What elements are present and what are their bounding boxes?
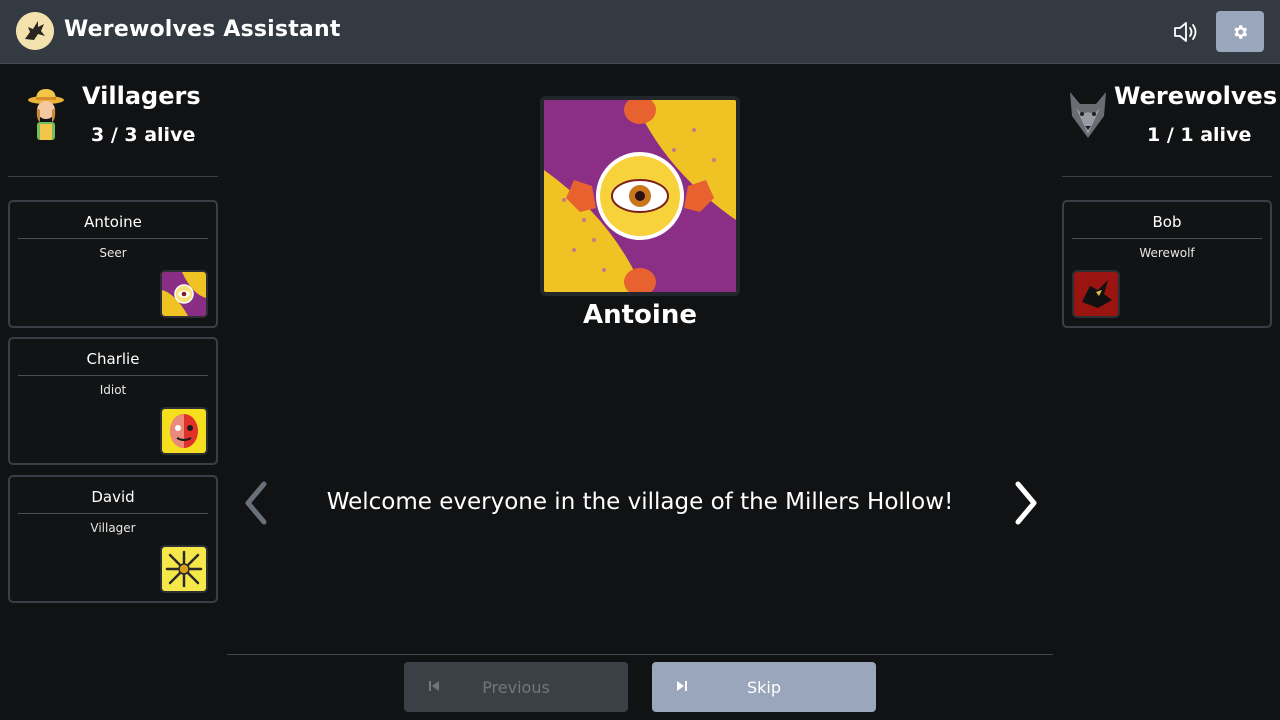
player-name: Charlie	[86, 350, 140, 368]
skip-button[interactable]: Skip	[652, 662, 876, 712]
player-role: Werewolf	[1139, 246, 1195, 260]
idiot-card-icon	[160, 407, 208, 455]
player-role: Seer	[99, 246, 127, 260]
card-divider	[1072, 238, 1262, 239]
wolf-logo-icon	[16, 12, 54, 50]
player-card-antoine[interactable]: Antoine Seer	[8, 200, 218, 328]
chevron-left-icon[interactable]	[236, 478, 276, 528]
narration-text: Welcome everyone in the village of the M…	[326, 489, 954, 515]
werewolf-card-icon	[1072, 270, 1120, 318]
app-title: Werewolves Assistant	[64, 17, 341, 42]
settings-button[interactable]	[1216, 11, 1264, 52]
chevron-right-icon[interactable]	[1006, 478, 1046, 528]
card-divider	[18, 238, 208, 239]
footer-divider	[227, 654, 1053, 655]
player-name: Antoine	[84, 213, 142, 231]
current-player-name: Antoine	[583, 300, 697, 330]
villagers-divider	[8, 176, 218, 177]
werewolves-alive-count: 1 / 1 alive	[1147, 124, 1252, 146]
villagers-alive-count: 3 / 3 alive	[91, 124, 196, 146]
player-name: Bob	[1152, 213, 1182, 231]
werewolves-title: Werewolves	[1114, 82, 1278, 110]
seer-card-icon	[544, 100, 736, 292]
current-role-card	[540, 96, 740, 296]
speaker-icon[interactable]	[1172, 20, 1202, 44]
app-header: Werewolves Assistant	[0, 0, 1280, 64]
skip-button-label: Skip	[746, 678, 782, 697]
card-divider	[18, 513, 208, 514]
werewolves-divider	[1062, 176, 1272, 177]
seer-card-icon	[160, 270, 208, 318]
player-card-bob[interactable]: Bob Werewolf	[1062, 200, 1272, 328]
card-divider	[18, 375, 208, 376]
villager-card-icon	[160, 545, 208, 593]
player-card-david[interactable]: David Villager	[8, 475, 218, 603]
wolf-avatar-icon	[1066, 86, 1110, 142]
player-role: Villager	[90, 521, 136, 535]
player-card-charlie[interactable]: Charlie Idiot	[8, 337, 218, 465]
player-name: David	[91, 488, 135, 506]
villager-avatar-icon	[24, 86, 68, 142]
villagers-title: Villagers	[82, 82, 201, 110]
gear-icon	[1234, 24, 1248, 39]
previous-button[interactable]: Previous	[404, 662, 628, 712]
player-role: Idiot	[99, 383, 127, 397]
previous-button-label: Previous	[482, 678, 550, 697]
